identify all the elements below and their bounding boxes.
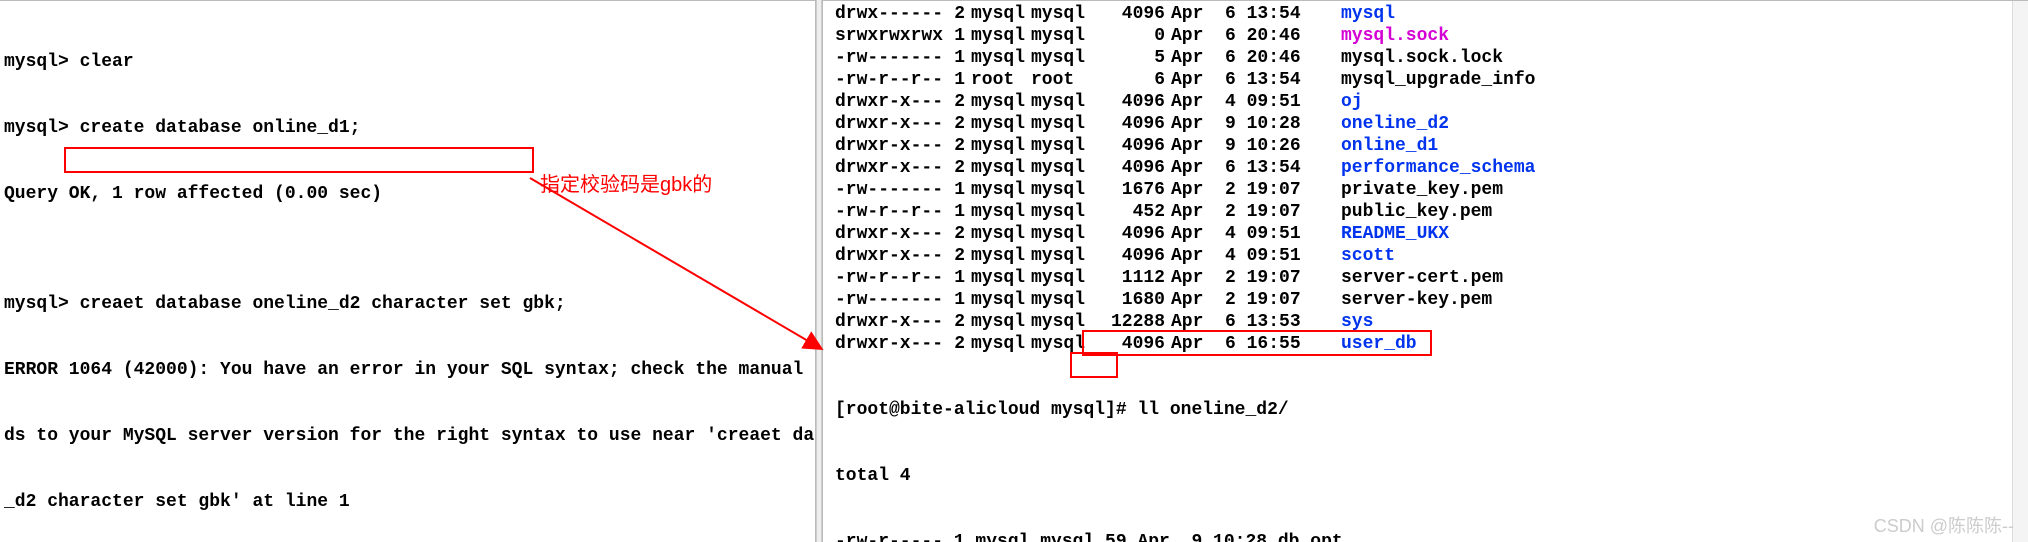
ls-row: drwxr-x---2mysqlmysql4096Apr 6 13:54perf… [835, 157, 2024, 179]
ls-filename: private_key.pem [1335, 179, 1503, 201]
ls-filename: mysql.sock.lock [1335, 47, 1503, 69]
ls-filename: mysql.sock [1335, 25, 1449, 47]
ls-row: drwxr-x---2mysqlmysql12288Apr 6 13:53sys [835, 311, 2024, 333]
shell-line: total 4 [835, 465, 2024, 487]
ls-filename: oneline_d2 [1335, 113, 1449, 135]
term-line: mysql> creaet database oneline_d2 charac… [4, 293, 811, 315]
csdn-watermark: CSDN @陈陈陈-- [1874, 512, 2014, 538]
ls-filename: mysql_upgrade_info [1335, 69, 1535, 91]
ls-row: drwxr-x---2mysqlmysql4096Apr 4 09:51scot… [835, 245, 2024, 267]
ls-row: drwxr-x---2mysqlmysql4096Apr 4 09:51READ… [835, 223, 2024, 245]
term-line: mysql> clear [4, 51, 811, 73]
mysql-terminal[interactable]: mysql> clear mysql> create database onli… [0, 0, 816, 542]
ls-row: -rw-------1mysqlmysql1676Apr 2 19:07priv… [835, 179, 2024, 201]
ls-row: -rw-------1mysqlmysql1680Apr 2 19:07serv… [835, 289, 2024, 311]
ls-filename: public_key.pem [1335, 201, 1492, 223]
term-line: ERROR 1064 (42000): You have an error in… [4, 359, 811, 381]
shell-line: [root@bite-alicloud mysql]# ll oneline_d… [835, 399, 2024, 421]
ls-row: -rw-r--r--1mysqlmysql452Apr 2 19:07publi… [835, 201, 2024, 223]
ls-row: srwxrwxrwx1mysqlmysql0Apr 6 20:46mysql.s… [835, 25, 2024, 47]
term-line: _d2 character set gbk' at line 1 [4, 491, 811, 513]
ls-row: drwxr-x---2mysqlmysql4096Apr 6 16:55user… [835, 333, 2024, 355]
ls-filename: README_UKX [1335, 223, 1449, 245]
ls-row: drwxr-x---2mysqlmysql4096Apr 9 10:28onel… [835, 113, 2024, 135]
ls-row: drwx------2mysqlmysql4096Apr 6 13:54mysq… [835, 3, 2024, 25]
term-line: ds to your MySQL server version for the … [4, 425, 811, 447]
ls-row: -rw-r--r--1rootroot6Apr 6 13:54mysql_upg… [835, 69, 2024, 91]
ls-filename: online_d1 [1335, 135, 1438, 157]
shell-terminal[interactable]: drwx------2mysqlmysql4096Apr 6 13:54mysq… [822, 0, 2028, 542]
ls-filename: user_db [1335, 333, 1417, 355]
ls-row: drwxr-x---2mysqlmysql4096Apr 9 10:26onli… [835, 135, 2024, 157]
ls-filename: server-cert.pem [1335, 267, 1503, 289]
scrollbar[interactable] [2012, 1, 2028, 542]
shell-line: -rw-r----- 1 mysql mysql 59 Apr 9 10:28 … [835, 531, 2024, 542]
ls-filename: performance_schema [1335, 157, 1535, 179]
ls-filename: mysql [1335, 3, 1395, 25]
ls-row: drwxr-x---2mysqlmysql4096Apr 4 09:51oj [835, 91, 2024, 113]
term-line: mysql> create database online_d1; [4, 117, 811, 139]
annotation-label: 指定校验码是gbk的 [540, 168, 712, 197]
ls-filename: oj [1335, 91, 1363, 113]
ls-row: -rw-------1mysqlmysql5Apr 6 20:46mysql.s… [835, 47, 2024, 69]
ls-row: -rw-r--r--1mysqlmysql1112Apr 2 19:07serv… [835, 267, 2024, 289]
ls-filename: server-key.pem [1335, 289, 1492, 311]
ls-filename: scott [1335, 245, 1395, 267]
ls-filename: sys [1335, 311, 1373, 333]
